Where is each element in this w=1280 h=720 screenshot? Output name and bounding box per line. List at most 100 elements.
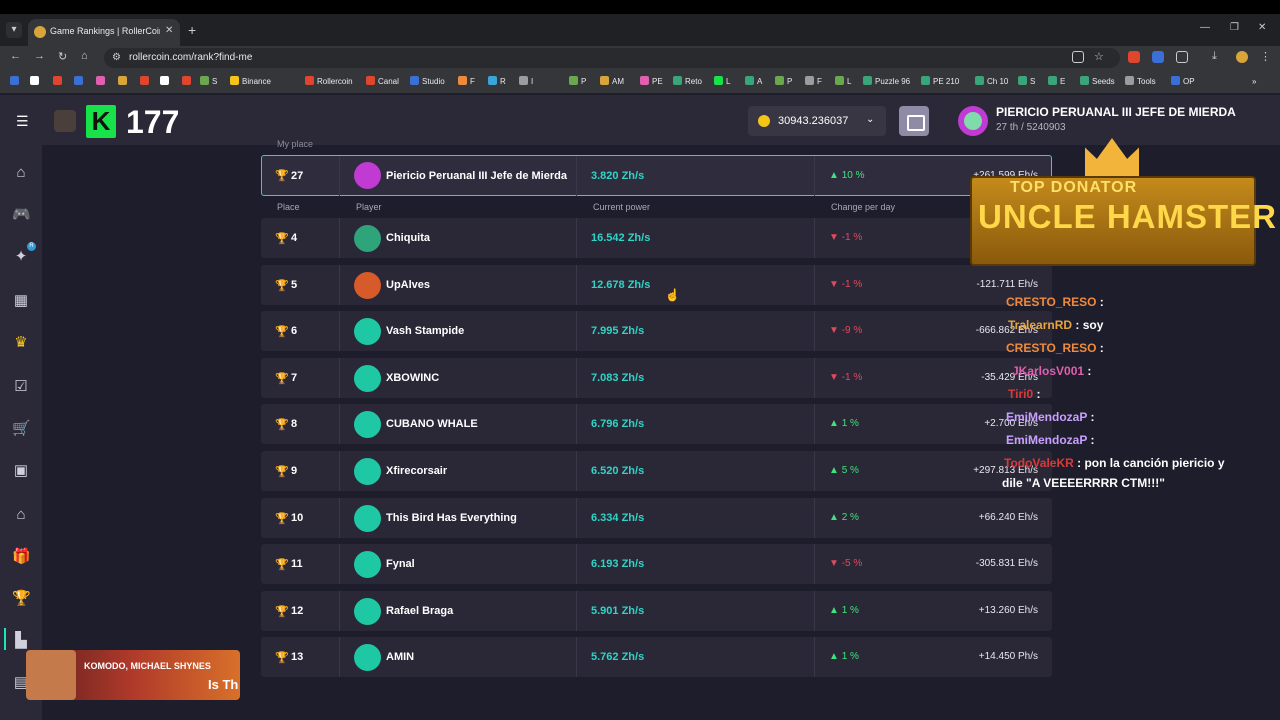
bookmark-item[interactable]: Rollercoin bbox=[305, 76, 353, 88]
player-name[interactable]: AMIN bbox=[386, 651, 414, 663]
chat-message: dile "A VEEEERRRR CTM!!!" bbox=[1002, 476, 1165, 490]
bookmark-label: Binance bbox=[242, 77, 271, 86]
bookmark-item[interactable]: S bbox=[1018, 76, 1035, 88]
maximize-icon[interactable]: ❐ bbox=[1230, 22, 1239, 33]
divider bbox=[339, 637, 340, 678]
more-bookmarks-icon[interactable]: » bbox=[1252, 76, 1256, 88]
balance-dropdown[interactable]: 30943.236037 ⌄ bbox=[748, 106, 886, 136]
bookmark-item[interactable]: Tools bbox=[1125, 76, 1156, 88]
wallet-button[interactable] bbox=[899, 106, 929, 136]
site-info-icon[interactable]: ⚙ bbox=[112, 52, 121, 63]
bookmark-label: AM bbox=[612, 77, 624, 86]
user-avatar[interactable] bbox=[958, 106, 988, 136]
bookmark-item[interactable]: E bbox=[1048, 76, 1065, 88]
bookmark-item[interactable]: Seeds bbox=[1080, 76, 1115, 88]
bookmark-item[interactable]: Ch 10 bbox=[975, 76, 1008, 88]
back-icon[interactable]: ← bbox=[10, 50, 21, 62]
player-name[interactable]: Fynal bbox=[386, 558, 415, 570]
download-icon[interactable]: ⤓ bbox=[1212, 50, 1217, 63]
player-name[interactable]: Vash Stampide bbox=[386, 325, 464, 337]
bookmark-item[interactable]: F bbox=[805, 76, 822, 88]
tab-search-icon[interactable]: ▾ bbox=[6, 22, 22, 38]
bookmark-item[interactable] bbox=[118, 76, 130, 88]
install-icon[interactable] bbox=[1072, 51, 1084, 63]
bookmark-item[interactable] bbox=[140, 76, 152, 88]
browser-tab[interactable]: Game Rankings | RollerCoin.com ✕ bbox=[28, 19, 180, 46]
games-nav-icon[interactable]: 🎮 bbox=[12, 206, 31, 224]
extensions-puzzle-icon[interactable] bbox=[1176, 51, 1188, 63]
bookmark-item[interactable] bbox=[160, 76, 172, 88]
tasks-nav-icon[interactable]: ☑ bbox=[12, 378, 30, 396]
cart-nav-icon[interactable]: 🛒 bbox=[12, 420, 31, 438]
address-bar[interactable]: ⚙ rollercoin.com/rank?find-me bbox=[104, 48, 1120, 68]
bookmark-item[interactable] bbox=[10, 76, 22, 88]
bookmark-item[interactable]: Studio bbox=[410, 76, 445, 88]
new-tab-icon[interactable]: + bbox=[188, 22, 196, 38]
column-header-power: Current power bbox=[593, 202, 651, 212]
divider bbox=[339, 156, 340, 196]
chat-message: TralearnRD : soy bbox=[1008, 318, 1103, 332]
player-name[interactable]: CUBANO WHALE bbox=[386, 418, 478, 430]
bookmark-item[interactable]: Reto bbox=[673, 76, 702, 88]
bookmark-item[interactable] bbox=[30, 76, 42, 88]
extension-icon[interactable] bbox=[1128, 51, 1140, 63]
bookmark-item[interactable]: Puzzle 96 bbox=[863, 76, 910, 88]
minimize-icon[interactable]: — bbox=[1200, 22, 1210, 33]
bookmark-item[interactable]: I bbox=[519, 76, 533, 88]
chat-message: Tiri0 : bbox=[1008, 387, 1040, 401]
player-name[interactable]: Xfirecorsair bbox=[386, 465, 447, 477]
bookmark-item[interactable]: AM bbox=[600, 76, 624, 88]
bookmark-item[interactable] bbox=[96, 76, 108, 88]
bookmark-item[interactable]: L bbox=[835, 76, 851, 88]
hamburger-menu-icon[interactable]: ☰ bbox=[16, 113, 29, 130]
game-avatar[interactable] bbox=[54, 110, 76, 132]
bookmark-item[interactable] bbox=[74, 76, 86, 88]
reload-icon[interactable]: ↻ bbox=[58, 50, 67, 63]
close-window-icon[interactable]: ✕ bbox=[1258, 22, 1266, 33]
ranking-nav-icon[interactable]: ▙ bbox=[12, 632, 30, 650]
user-name[interactable]: PIERICIO PERUANAL III JEFE DE MIERDA bbox=[996, 105, 1236, 119]
player-name[interactable]: Chiquita bbox=[386, 232, 430, 244]
player-name[interactable]: Rafael Braga bbox=[386, 605, 453, 617]
profile-icon[interactable] bbox=[1236, 51, 1248, 63]
bookmark-item[interactable]: R bbox=[488, 76, 506, 88]
bookmark-label: P bbox=[787, 77, 793, 86]
bookmark-item[interactable]: PE 210 bbox=[921, 76, 959, 88]
bookmark-item[interactable]: F bbox=[458, 76, 475, 88]
star-icon[interactable]: ☆ bbox=[1094, 50, 1104, 63]
home-nav-icon[interactable]: ⌂ bbox=[12, 164, 30, 182]
player-name[interactable]: This Bird Has Everything bbox=[386, 512, 517, 524]
forward-icon[interactable]: → bbox=[34, 50, 45, 62]
trophy-nav-icon[interactable]: 🏆 bbox=[12, 590, 31, 608]
store-nav-icon[interactable]: ▣ bbox=[12, 462, 30, 480]
player-name[interactable]: UpAlves bbox=[386, 279, 430, 291]
bookmark-item[interactable]: P bbox=[775, 76, 792, 88]
bookmark-label: Canal bbox=[378, 77, 399, 86]
crown-nav-icon[interactable]: ♛ bbox=[12, 334, 30, 352]
bookmark-item[interactable]: OP bbox=[1171, 76, 1195, 88]
rewards-nav-icon[interactable]: ✦ bbox=[12, 248, 30, 266]
player-name[interactable]: XBOWINC bbox=[386, 372, 439, 384]
close-icon[interactable]: ✕ bbox=[165, 25, 173, 36]
house-nav-icon[interactable]: ⌂ bbox=[12, 506, 30, 524]
bookmark-item[interactable]: S bbox=[200, 76, 217, 88]
bookmark-item[interactable] bbox=[53, 76, 65, 88]
bookmark-item[interactable]: P bbox=[569, 76, 586, 88]
bookmark-item[interactable]: L bbox=[714, 76, 730, 88]
bookmark-icon bbox=[10, 76, 19, 85]
bookmark-item[interactable] bbox=[182, 76, 194, 88]
calendar-nav-icon[interactable]: ▦ bbox=[12, 292, 30, 310]
bookmark-item[interactable]: Canal bbox=[366, 76, 399, 88]
bookmark-item[interactable]: A bbox=[745, 76, 762, 88]
divider bbox=[576, 311, 577, 352]
trophy-icon: 🏆 bbox=[275, 512, 289, 525]
menu-icon[interactable]: ⋮ bbox=[1260, 50, 1271, 63]
home-icon[interactable]: ⌂ bbox=[81, 50, 88, 62]
divider bbox=[576, 637, 577, 678]
extension-icon[interactable] bbox=[1152, 51, 1164, 63]
bookmark-item[interactable]: Binance bbox=[230, 76, 271, 88]
bookmark-item[interactable]: PE bbox=[640, 76, 663, 88]
player-name[interactable]: Piericio Peruanal III Jefe de Mierda bbox=[386, 170, 567, 182]
gift-nav-icon[interactable]: 🎁 bbox=[12, 548, 31, 566]
power-change: ▲ 2 % bbox=[829, 512, 859, 523]
